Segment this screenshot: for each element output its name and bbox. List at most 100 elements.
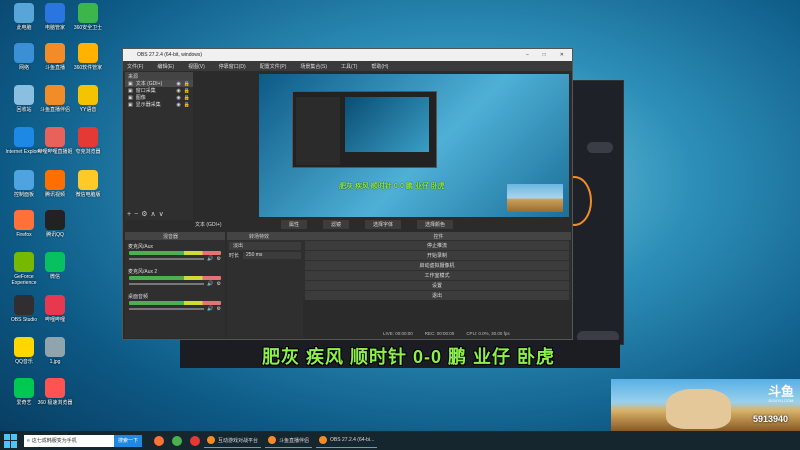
menu-item[interactable]: 停靠窗口(D) xyxy=(219,63,246,70)
menu-item[interactable]: 帮助(H) xyxy=(371,63,388,70)
desktop-icon[interactable]: 哔哩哔哩 xyxy=(33,295,77,323)
eye-icon[interactable]: ◉ xyxy=(176,95,180,101)
mixer-header: 混音器 xyxy=(125,232,225,240)
gear-icon[interactable]: ⚙ xyxy=(217,256,221,262)
menu-item[interactable]: 工具(T) xyxy=(341,63,357,70)
search-button[interactable]: 搜索一下 xyxy=(114,434,143,447)
eye-icon[interactable]: ◉ xyxy=(176,88,180,94)
desktop-icon[interactable]: 夸克浏览器 xyxy=(66,127,110,155)
chrome-icon[interactable] xyxy=(172,435,183,446)
lock-icon[interactable]: 🔒 xyxy=(184,88,193,94)
volume-meter xyxy=(129,276,221,280)
dog-face xyxy=(666,389,731,429)
close-icon[interactable]: ✕ xyxy=(560,52,564,58)
eye-icon[interactable]: ◉ xyxy=(176,102,180,108)
desktop-icon[interactable]: 腾讯QQ xyxy=(33,210,77,238)
source-item[interactable]: ▣ 图像 ◉ 🔒 xyxy=(125,94,193,102)
gear-icon[interactable]: ⚙ xyxy=(217,306,221,312)
close-pill-button[interactable] xyxy=(587,142,613,153)
property-button[interactable]: 滤镜 xyxy=(323,220,350,229)
firefox-icon[interactable] xyxy=(154,435,165,446)
menu-item[interactable]: 编辑(E) xyxy=(157,63,174,70)
room-id: 5913940 xyxy=(752,414,788,424)
search-text: 这七成韩服变为手机 xyxy=(31,438,77,444)
desktop-icon[interactable]: 1.jpg xyxy=(33,337,77,365)
property-button[interactable]: 选择字体 xyxy=(365,220,402,229)
app-icon xyxy=(45,295,65,315)
background-app-window[interactable] xyxy=(557,80,624,345)
menu-item[interactable]: 场景集合(S) xyxy=(300,63,327,70)
volume-slider[interactable] xyxy=(129,258,205,260)
audio-channel: 麦克风/Aux 2 🔊 ⚙ xyxy=(125,268,225,287)
desktop-icon[interactable]: 微信电脑版 xyxy=(66,170,110,198)
eye-icon[interactable]: ◉ xyxy=(176,81,180,87)
app-icon xyxy=(78,127,98,147)
app-icon xyxy=(78,43,98,63)
desktop-icon-label: YY语音 xyxy=(79,107,97,113)
control-button[interactable]: 开始录制 xyxy=(305,251,569,260)
desktop-icon-label: 360 极速浏览器 xyxy=(37,400,73,406)
desktop-icon[interactable]: 微信 xyxy=(33,252,77,280)
douyu-logo: 斗鱼 DOUYU.COM xyxy=(768,385,794,403)
obs-window[interactable]: OBS 27.2.4 (64-bit, windows) – □ ✕ 文件(F)… xyxy=(122,48,573,340)
maximize-icon[interactable]: □ xyxy=(543,52,546,58)
source-item[interactable]: ▣ 显示器采集 ◉ 🔒 xyxy=(125,101,193,109)
taskbar-app[interactable]: 互动游戏对战平台 xyxy=(204,433,262,448)
up-icon[interactable]: ∧ xyxy=(150,211,158,218)
desktop-icon[interactable]: YY语音 xyxy=(66,85,110,113)
source-item[interactable]: ▣ 窗口采集 ◉ 🔒 xyxy=(125,87,193,95)
desktop-icon[interactable]: 360软件管家 xyxy=(66,43,110,71)
status-cpu: CPU: 0.0%, 30.00 fps xyxy=(466,331,510,336)
desktop-icon[interactable]: 360 极速浏览器 xyxy=(33,378,77,406)
volume-slider[interactable] xyxy=(129,308,205,310)
sources-panel: 来源 ▣ 文本 (GDI+) ◉ 🔒 ▣ 窗口采集 ◉ 🔒 ▣ 图像 ◉ 🔒 ▣ 显示器采集 ◉ 🔒 +−⚙∧… xyxy=(125,72,193,220)
minimize-icon[interactable]: – xyxy=(526,52,529,58)
obs-titlebar[interactable]: OBS 27.2.4 (64-bit, windows) – □ ✕ xyxy=(123,49,572,61)
control-button[interactable]: 工作室模式 xyxy=(305,271,569,280)
lock-icon[interactable]: 🔒 xyxy=(184,102,193,108)
transition-select[interactable]: 淡出 xyxy=(229,242,301,250)
menu-item[interactable]: 配置文件(P) xyxy=(260,63,287,70)
search-icon: e xyxy=(27,437,30,444)
status-live: LIVE: 00:00:00 xyxy=(383,331,413,336)
property-button[interactable]: 选择颜色 xyxy=(417,220,454,229)
source-item[interactable]: ▣ 文本 (GDI+) ◉ 🔒 xyxy=(125,80,193,87)
source-label: 文本 (GDI+) xyxy=(135,81,163,87)
speaker-icon[interactable]: 🔊 xyxy=(207,256,213,262)
start-button[interactable] xyxy=(4,433,18,448)
control-button[interactable]: 设置 xyxy=(305,281,569,290)
app-icon xyxy=(319,436,328,444)
taskbar-app[interactable]: OBS 27.2.4 (64-bi... xyxy=(316,433,378,448)
preview-canvas[interactable]: 肥灰 疾风 顺时针 0-0 鹏 业仔 卧虎 xyxy=(259,74,569,217)
source-label: 显示器采集 xyxy=(135,102,161,108)
control-button[interactable]: 启动虚拟摄像机 xyxy=(305,261,569,270)
search-box[interactable]: e 这七成韩服变为手机 xyxy=(24,434,114,447)
volume-slider[interactable] xyxy=(129,283,205,285)
lock-icon[interactable]: 🔒 xyxy=(184,81,193,87)
menu-bar: 文件(F) 编辑(E) 视图(V) 停靠窗口(D) 配置文件(P) 场景集合(S) 工具(T… xyxy=(123,61,572,71)
app-icon xyxy=(45,378,65,398)
speaker-icon[interactable]: 🔊 xyxy=(207,306,213,312)
menu-item[interactable]: 视图(V) xyxy=(188,63,205,70)
app-icon xyxy=(14,337,34,357)
app-icon xyxy=(45,43,65,63)
taskbar-app[interactable]: 斗鱼直播伴侣 xyxy=(265,433,313,448)
app-icon[interactable] xyxy=(190,435,201,446)
window-controls[interactable]: – □ ✕ xyxy=(526,52,572,58)
down-icon[interactable]: ∨ xyxy=(159,211,167,218)
menu-item[interactable]: 文件(F) xyxy=(127,63,143,70)
control-button[interactable]: 退出 xyxy=(305,291,569,300)
property-button[interactable]: 属性 xyxy=(281,220,308,229)
overlay-caption: 肥灰 疾风 顺时针 0-0 鹏 业仔 卧虎 xyxy=(262,347,556,367)
gear-icon[interactable]: ⚙ xyxy=(217,281,221,287)
text-source-label: 文本 (GDI+) xyxy=(195,222,222,228)
properties-toolbar: 文本 (GDI+) 属性 滤镜 选择字体 选择颜色 xyxy=(193,220,571,229)
desktop-icon[interactable]: 360安全卫士 xyxy=(66,3,110,31)
lock-icon[interactable]: 🔒 xyxy=(184,95,193,101)
preview-caption: 肥灰 疾风 顺时针 0-0 鹏 业仔 卧虎 xyxy=(339,183,445,190)
sources-header: 来源 xyxy=(125,72,193,80)
control-button[interactable]: 停止推流 xyxy=(305,241,569,250)
speaker-icon[interactable]: 🔊 xyxy=(207,281,213,287)
duration-input[interactable]: 250 ms xyxy=(243,252,301,259)
webcam-overlay: 斗鱼 DOUYU.COM 5913940 xyxy=(611,379,800,431)
